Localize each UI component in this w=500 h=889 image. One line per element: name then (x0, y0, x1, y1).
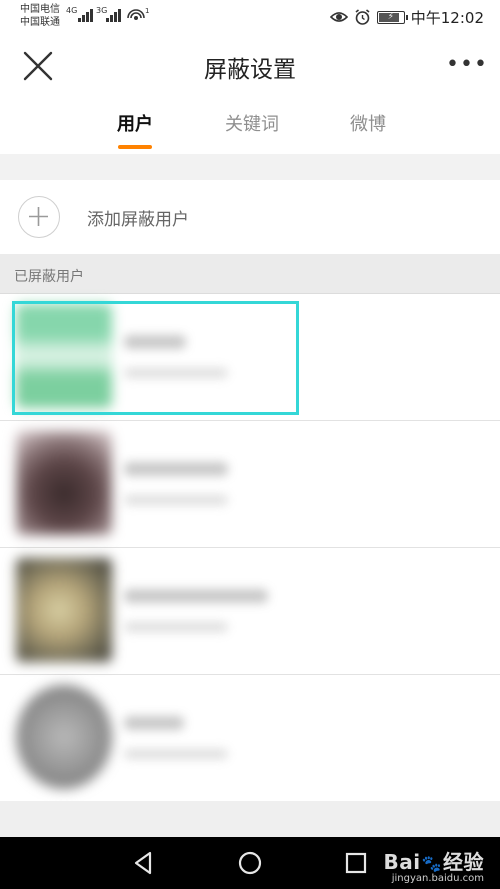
bottom-spacer (0, 801, 500, 837)
avatar (16, 431, 112, 535)
watermark-site: jingyan.baidu.com (391, 873, 484, 884)
alarm-icon (355, 8, 370, 25)
signal-icon-1 (78, 8, 94, 22)
avatar (16, 558, 112, 662)
tab-users[interactable]: 用户 (95, 110, 175, 136)
plus-circle-icon (18, 196, 60, 238)
carrier-2: 中国联通 (20, 17, 60, 28)
list-item[interactable] (0, 422, 500, 548)
active-tab-indicator (118, 145, 152, 149)
system-nav-bar: Bai🐾经验 jingyan.baidu.com (0, 837, 500, 889)
user-card (12, 679, 302, 799)
battery-icon: ⚡ (376, 10, 408, 24)
carrier-1: 中国电信 (20, 4, 60, 15)
list-item[interactable] (0, 549, 500, 675)
more-button[interactable]: ••• (446, 52, 488, 78)
eye-icon (329, 12, 348, 22)
blocked-user-list (0, 295, 500, 802)
paw-icon: 🐾 (421, 854, 442, 873)
home-button[interactable] (234, 847, 266, 879)
tab-keywords[interactable]: 关键词 (212, 110, 292, 136)
back-button[interactable] (128, 847, 160, 879)
svg-text:1: 1 (145, 7, 149, 15)
carrier-labels: 中国电信 中国联通 (20, 3, 60, 29)
selection-highlight (12, 301, 299, 415)
avatar (16, 685, 112, 789)
home-circle-icon (238, 851, 262, 875)
divider-band (0, 154, 500, 180)
user-name-blurred (124, 589, 268, 603)
back-triangle-icon (134, 851, 152, 875)
user-card (12, 425, 302, 545)
network-type-1: 4G (66, 6, 78, 15)
tab-weibo[interactable]: 微博 (328, 110, 408, 136)
section-header: 已屏蔽用户 (0, 254, 500, 294)
list-item[interactable] (0, 295, 500, 421)
signal-icon-2 (106, 8, 122, 22)
user-card (12, 552, 302, 672)
section-title: 已屏蔽用户 (14, 269, 84, 285)
add-blocked-user-label: 添加屏蔽用户 (87, 210, 189, 230)
user-desc-blurred (124, 749, 228, 759)
app-header: 屏蔽设置 ••• (0, 34, 500, 96)
status-bar: 中国电信 中国联通 4G 3G 1 ⚡ 中午12:02 (0, 0, 500, 34)
watermark-brand-left: Bai (383, 850, 421, 874)
recents-button[interactable] (340, 847, 372, 879)
status-right: ⚡ 中午12:02 (329, 8, 484, 27)
add-blocked-user-row[interactable]: 添加屏蔽用户 (0, 180, 500, 254)
user-name-blurred (124, 716, 184, 730)
user-name-blurred (124, 462, 228, 476)
baidu-jingyan-watermark: Bai🐾经验 jingyan.baidu.com (383, 846, 484, 884)
more-horizontal-icon: ••• (446, 52, 488, 77)
tab-bar: 用户 关键词 微博 (0, 96, 500, 154)
list-item[interactable] (0, 676, 500, 802)
recents-square-icon (345, 852, 367, 874)
page-title: 屏蔽设置 (204, 57, 296, 83)
clock: 中午12:02 (410, 8, 484, 27)
user-desc-blurred (124, 495, 228, 505)
watermark-brand-right: 经验 (443, 850, 484, 874)
user-desc-blurred (124, 622, 228, 632)
hotspot-icon: 1 (127, 7, 149, 20)
